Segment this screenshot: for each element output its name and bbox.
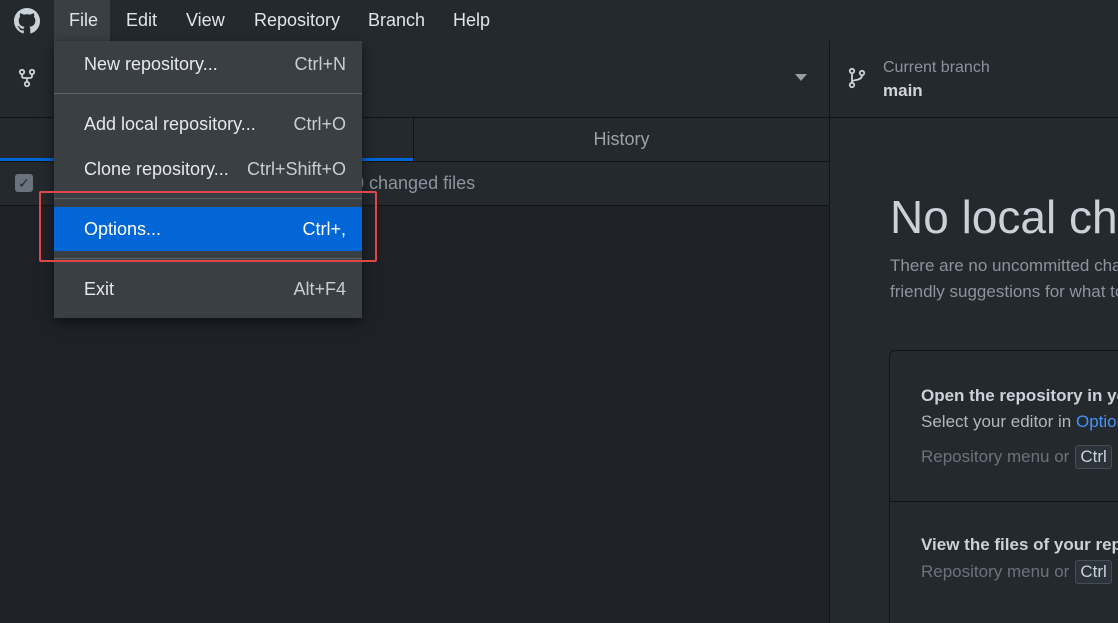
menu-item-label: Clone repository... — [84, 159, 229, 179]
menu-item-shortcut: Alt+F4 — [293, 279, 346, 299]
chevron-down-icon — [795, 74, 807, 81]
suggestion-title: Open the repository in your external edi… — [921, 386, 1118, 405]
suggestion-title: View the files of your repository in Exp… — [921, 535, 1118, 554]
menu-item-shortcut: Ctrl+N — [294, 54, 346, 74]
menu-branch[interactable]: Branch — [353, 0, 437, 41]
file-menu-dropdown: New repository... Ctrl+N Add local repos… — [54, 41, 362, 318]
menu-separator — [54, 93, 362, 94]
menu-item-clone-repository[interactable]: Clone repository... Ctrl+Shift+O — [54, 147, 362, 191]
current-branch-button[interactable]: Current branch main — [830, 41, 1118, 117]
keyboard-shortcut: Ctrl — [1075, 560, 1112, 584]
branch-label: Current branch — [883, 59, 990, 76]
page-title: No local changes — [890, 191, 1118, 243]
menu-edit[interactable]: Edit — [111, 0, 170, 41]
repo-fork-icon — [18, 68, 36, 88]
git-branch-icon — [848, 67, 866, 89]
suggestion-hint: Repository menu or Ctrl — [921, 445, 1112, 469]
menu-item-add-local-repository[interactable]: Add local repository... Ctrl+O — [54, 102, 362, 146]
description-line-2: friendly suggestions for what to do next… — [890, 282, 1118, 301]
branch-name: main — [883, 81, 923, 100]
menu-view[interactable]: View — [171, 0, 239, 41]
menu-bar: File Edit View Repository Branch Help — [0, 0, 1118, 42]
suggestion-hint: Repository menu or Ctrl — [921, 560, 1112, 584]
menu-item-new-repository[interactable]: New repository... Ctrl+N — [54, 42, 362, 86]
menu-file[interactable]: File — [54, 0, 110, 41]
highlight-annotation — [39, 191, 377, 262]
github-logo-icon[interactable] — [14, 8, 40, 34]
open-in-editor-suggestion: Open the repository in your external edi… — [890, 351, 1118, 502]
select-all-checkbox[interactable]: ✓ — [15, 174, 33, 192]
no-changes-view: No local changes There are no uncommitte… — [830, 118, 1118, 623]
suggestion-text-prefix: Select your editor in — [921, 412, 1072, 431]
suggestion-hint-text: Repository menu or — [921, 562, 1070, 581]
menu-item-exit[interactable]: Exit Alt+F4 — [54, 267, 362, 311]
menu-item-label: Exit — [84, 279, 115, 299]
menu-item-shortcut: Ctrl+O — [293, 114, 346, 134]
suggestions-card: Open the repository in your external edi… — [889, 350, 1118, 623]
suggestion-hint-text: Repository menu or — [921, 447, 1070, 466]
menu-help[interactable]: Help — [438, 0, 504, 41]
keyboard-shortcut: Ctrl — [1075, 445, 1112, 469]
description-line-1: There are no uncommitted changes in this… — [890, 256, 1118, 275]
menu-repository[interactable]: Repository — [239, 0, 353, 41]
suggestion-text: Select your editor in Options — [921, 412, 1118, 432]
tab-history[interactable]: History — [414, 118, 829, 161]
menu-item-label: New repository... — [84, 54, 218, 74]
menu-item-label: Add local repository... — [84, 114, 256, 134]
options-link[interactable]: Options — [1076, 412, 1118, 431]
menu-item-shortcut: Ctrl+Shift+O — [246, 159, 346, 179]
